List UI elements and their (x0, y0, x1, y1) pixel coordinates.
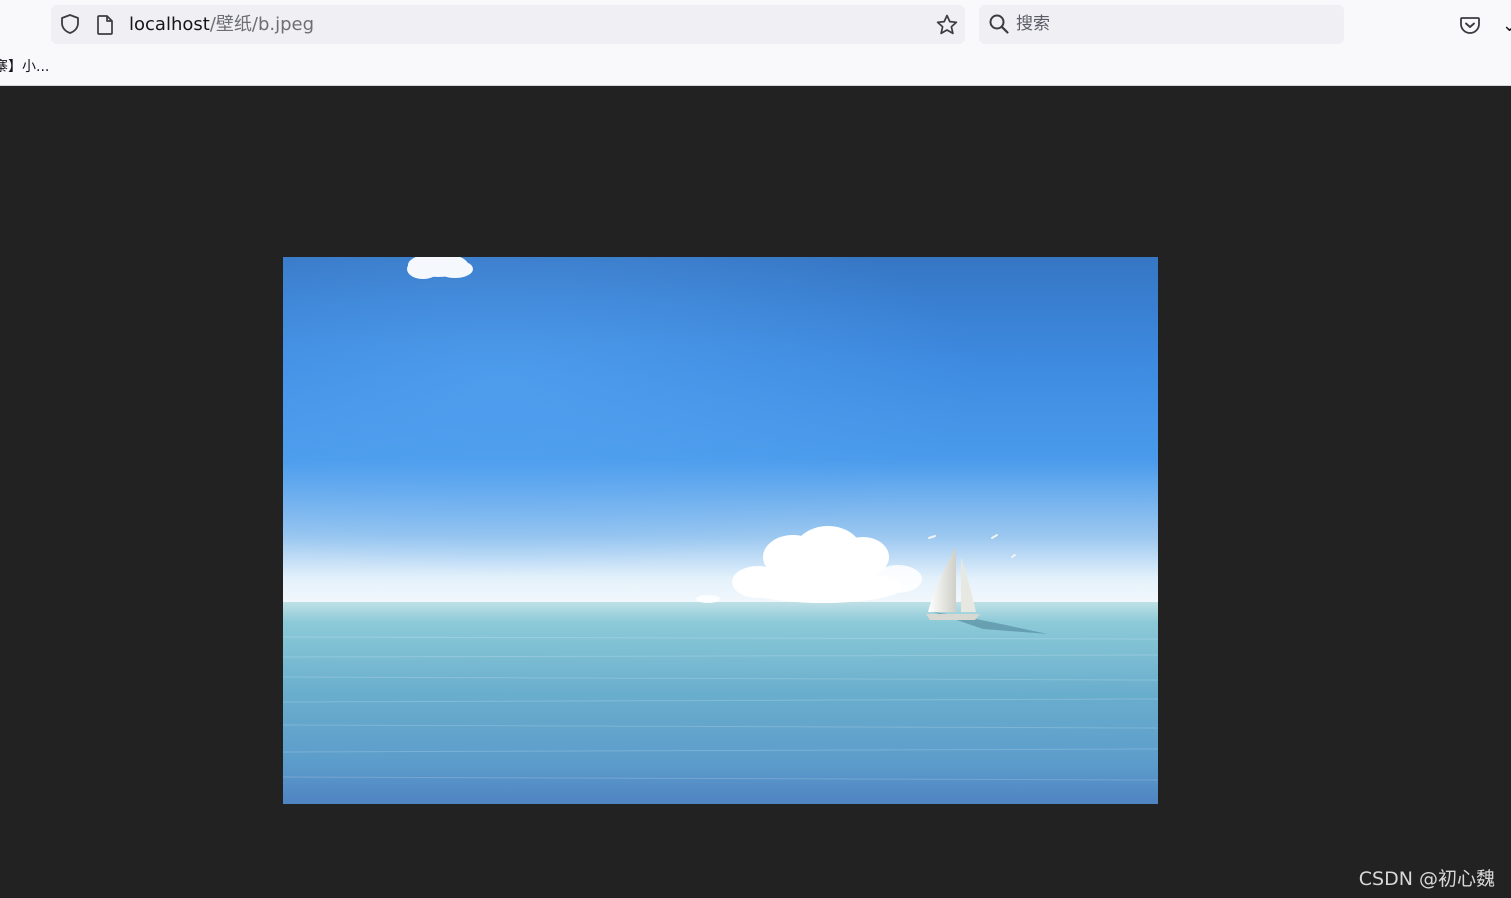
bookmark-item[interactable]: 寨】小... (0, 52, 49, 85)
search-bar[interactable]: 搜索 (979, 5, 1344, 44)
pocket-icon[interactable] (1458, 13, 1482, 37)
page-icon (97, 15, 113, 35)
watermark: CSDN @初心魏 (1358, 868, 1495, 890)
toolbar-overflow-edge[interactable]: ⌄ (1502, 12, 1511, 40)
sailboat-on-sea-picture (283, 257, 1158, 804)
wallpaper-image[interactable] (283, 257, 1158, 804)
bookmark-star-icon[interactable] (935, 13, 959, 37)
url-host: localhost (129, 14, 210, 35)
image-viewer: CSDN @初心魏 (0, 86, 1511, 898)
url-path: /壁纸/b.jpeg (209, 14, 315, 35)
shield-icon[interactable] (59, 13, 81, 35)
url-text[interactable]: localhost/壁纸/b.jpeg (129, 5, 314, 44)
browser-toolbar: localhost/壁纸/b.jpeg 搜索 ⌄ (0, 0, 1511, 52)
search-placeholder: 搜索 (1016, 14, 1050, 34)
address-bar[interactable]: localhost/壁纸/b.jpeg (51, 5, 965, 44)
bookmarks-toolbar: 寨】小... (0, 52, 1511, 86)
search-icon (989, 14, 1009, 34)
